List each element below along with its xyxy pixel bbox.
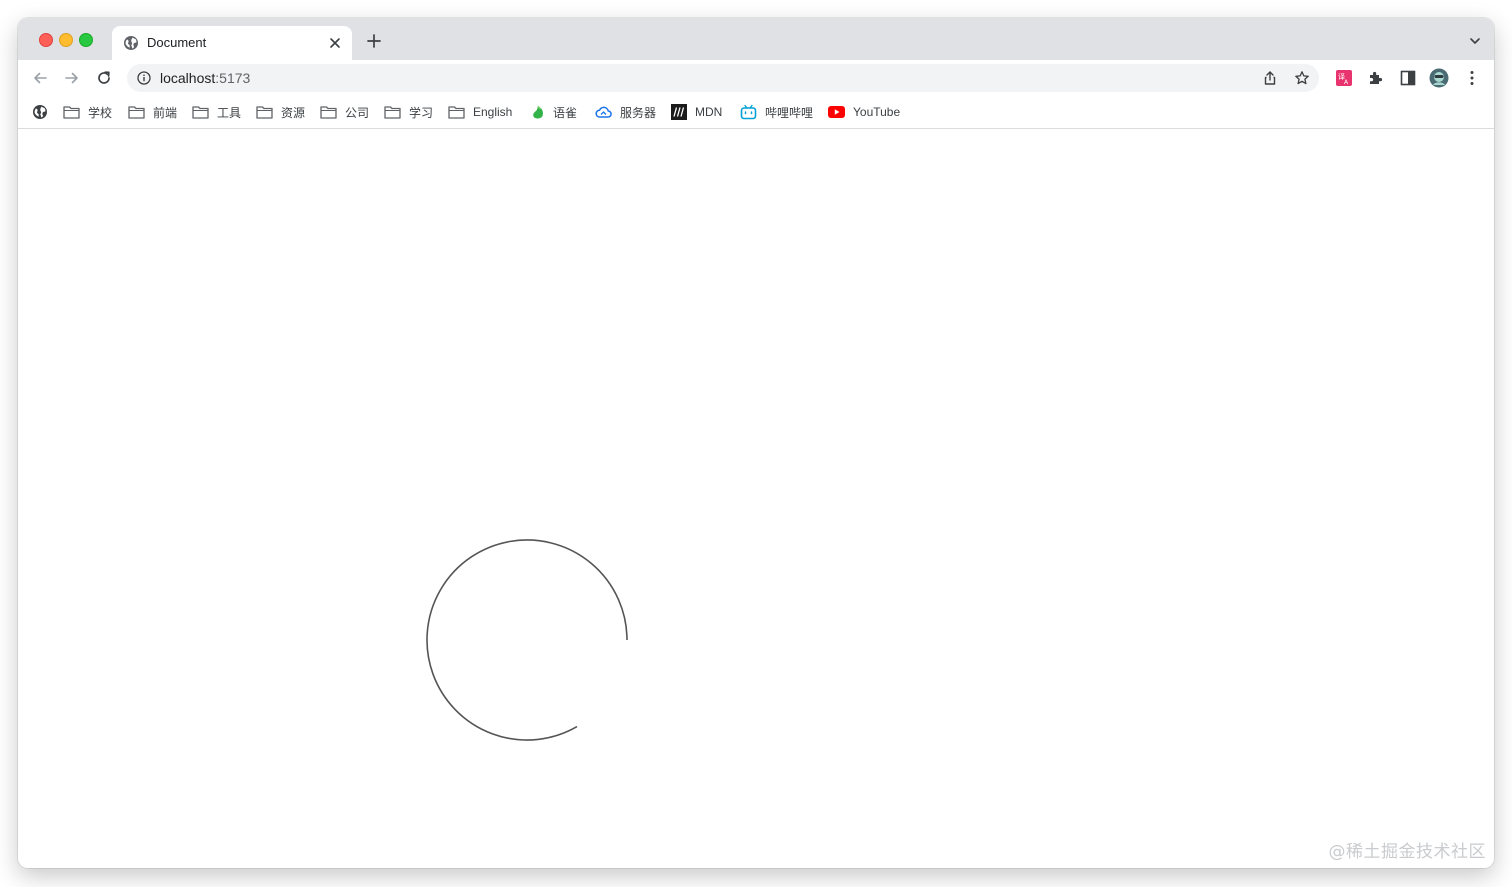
- bookmark-folder-company[interactable]: 公司: [320, 102, 369, 122]
- forward-arrow-icon[interactable]: [63, 69, 81, 87]
- bookmark-label: MDN: [695, 105, 723, 119]
- globe-icon: [124, 36, 138, 50]
- bookmark-label: English: [473, 105, 513, 119]
- bookmark-label: 工具: [217, 105, 242, 120]
- bookmark-label: 前端: [153, 105, 178, 120]
- mdn-icon: [671, 104, 687, 120]
- chevron-down-icon[interactable]: [1468, 34, 1482, 48]
- bookmark-label: 学校: [88, 105, 113, 120]
- bookmark-label: 语雀: [553, 105, 578, 120]
- folder-icon: [128, 106, 145, 119]
- more-menu-icon[interactable]: [1462, 68, 1482, 88]
- folder-icon: [63, 106, 80, 119]
- folder-icon: [448, 106, 465, 119]
- bookmark-folder-tools[interactable]: 工具: [192, 102, 241, 122]
- close-window-button[interactable]: [39, 33, 53, 47]
- browser-window: Document localhost:5173 译 A 学校 前端 工具 资源 …: [18, 18, 1494, 868]
- back-arrow-icon[interactable]: [31, 69, 49, 87]
- new-tab-icon[interactable]: [365, 32, 383, 50]
- bookmark-folder-study[interactable]: 学习: [384, 102, 433, 122]
- bookmark-label: 公司: [345, 105, 370, 120]
- youtube-icon: [828, 106, 845, 118]
- watermark-text: @稀土掘金技术社区: [1328, 842, 1486, 862]
- cloud-icon: [595, 106, 612, 118]
- bookmark-folder-frontend[interactable]: 前端: [128, 102, 177, 122]
- share-icon[interactable]: [1262, 70, 1278, 86]
- bookmark-folder-school[interactable]: 学校: [63, 102, 112, 122]
- bookmark-bilibili[interactable]: 哔哩哔哩: [740, 102, 813, 122]
- bookmark-label: 资源: [281, 105, 306, 120]
- folder-icon: [384, 106, 401, 119]
- site-info-icon[interactable]: [137, 71, 151, 85]
- extensions-puzzle-icon[interactable]: [1366, 68, 1386, 88]
- toolbar: localhost:5173 译 A: [18, 60, 1494, 96]
- minimize-window-button[interactable]: [59, 33, 73, 47]
- globe-icon: [33, 105, 47, 119]
- tab-strip: Document: [18, 18, 1494, 60]
- url-host: localhost: [160, 70, 216, 86]
- loading-spinner: [426, 539, 628, 741]
- address-bar[interactable]: localhost:5173: [127, 64, 1319, 92]
- bookmark-apps[interactable]: [32, 102, 48, 122]
- bookmark-youtube[interactable]: YouTube: [828, 102, 900, 122]
- bookmark-server[interactable]: 服务器: [595, 102, 656, 122]
- bookmark-folder-resources[interactable]: 资源: [256, 102, 305, 122]
- side-panel-icon[interactable]: [1398, 68, 1418, 88]
- tab-title: Document: [147, 35, 207, 50]
- page-content: @稀土掘金技术社区: [18, 129, 1494, 868]
- reload-icon[interactable]: [95, 69, 113, 87]
- bookmark-label: 哔哩哔哩: [765, 105, 814, 120]
- yuque-icon: [533, 105, 543, 119]
- close-tab-icon[interactable]: [326, 34, 344, 52]
- url-port: :5173: [215, 70, 251, 86]
- url-text[interactable]: localhost:5173: [160, 70, 250, 86]
- bookmark-label: 学习: [409, 105, 434, 120]
- bookmark-yuque[interactable]: 语雀: [531, 102, 577, 122]
- folder-icon: [256, 106, 273, 119]
- profile-avatar[interactable]: [1429, 68, 1449, 88]
- tab-document[interactable]: Document: [112, 26, 352, 60]
- bookmark-folder-english[interactable]: English: [448, 102, 512, 122]
- bookmark-mdn[interactable]: MDN: [671, 102, 722, 122]
- folder-icon: [192, 106, 209, 119]
- bookmark-label: 服务器: [620, 105, 657, 120]
- folder-icon: [320, 106, 337, 119]
- maximize-window-button[interactable]: [79, 33, 93, 47]
- bookmark-star-icon[interactable]: [1294, 70, 1310, 86]
- translate-extension-icon[interactable]: 译 A: [1334, 68, 1354, 88]
- bilibili-icon: [740, 104, 757, 120]
- bookmark-label: YouTube: [853, 105, 901, 119]
- bookmarks-bar: 学校 前端 工具 资源 公司 学习 English 语雀 服务器 MDN 哔哩哔…: [18, 96, 1494, 129]
